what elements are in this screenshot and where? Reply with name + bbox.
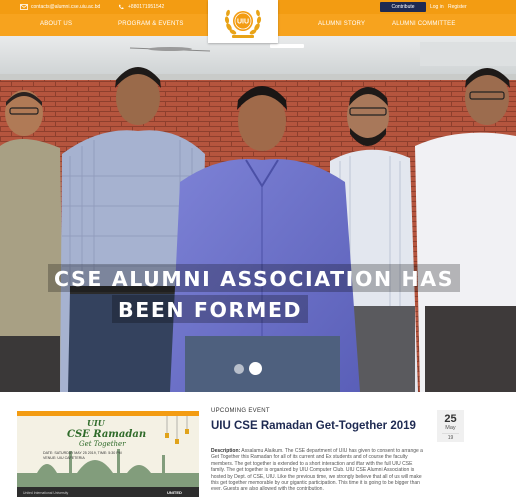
contribute-button[interactable]: Contribute <box>380 2 426 12</box>
event-date-year: 19 <box>442 433 459 441</box>
logo-text: UIU <box>237 18 249 25</box>
carousel-dot-2-active[interactable] <box>249 362 262 375</box>
event-date-month: May <box>445 425 456 431</box>
contact-email-text: contacts@alumni.cse.uiu.ac.bd <box>31 4 101 10</box>
carousel-dot-1[interactable] <box>234 364 244 374</box>
event-category: UPCOMING EVENT <box>211 408 270 414</box>
poster-details-2: VENUE: UIU CAFETERIA <box>43 456 85 460</box>
ramadan-poster-image: UIU CSE Ramadan Get Together DATE: SATUR… <box>17 411 199 497</box>
poster-footer-left: United International University <box>23 491 69 495</box>
poster-line-3: Get Together <box>79 440 126 448</box>
hero-title-line-2: BEEN FORMED <box>112 295 309 323</box>
event-description: Description: Assalamu Alaikum. The CSE d… <box>211 448 423 493</box>
poster-details-1: DATE: SATURDAY MAY 25 2019, TIME: 5:30 P… <box>43 451 122 455</box>
event-description-label: Description: <box>211 448 241 454</box>
nav-alumni-story[interactable]: ALUMNI STORY <box>318 21 365 27</box>
phone-icon <box>118 4 124 10</box>
event-date-badge: 25 May 19 <box>437 410 464 442</box>
register-link[interactable]: Register <box>448 4 467 10</box>
poster-footer-right: UNITED <box>167 490 182 495</box>
hero-banner: CSE ALUMNI ASSOCIATION HAS BEEN FORMED <box>0 36 516 392</box>
nav-program-events[interactable]: PROGRAM & EVENTS <box>118 21 184 27</box>
envelope-icon <box>20 4 28 10</box>
poster-line-1: UIU <box>87 418 106 428</box>
contact-phone-text: +880171951542 <box>128 4 165 10</box>
site-logo[interactable]: UIU <box>208 0 278 43</box>
hero-title-line-1: CSE ALUMNI ASSOCIATION HAS <box>48 264 461 292</box>
hero-title: CSE ALUMNI ASSOCIATION HAS BEEN FORMED <box>48 264 468 326</box>
contact-phone[interactable]: +880171951542 <box>117 2 164 12</box>
contact-email[interactable]: contacts@alumni.cse.uiu.ac.bd <box>20 2 100 12</box>
hero-photo <box>0 36 516 392</box>
event-date-day: 25 <box>444 413 457 425</box>
laurel-logo-icon: UIU <box>224 9 262 38</box>
nav-alumni-committee[interactable]: ALUMNI COMMITTEE <box>392 21 456 27</box>
event-title[interactable]: UIU CSE Ramadan Get-Together 2019 <box>211 420 421 433</box>
event-description-text: Assalamu Alaikum. The CSE department of … <box>211 448 423 493</box>
poster-line-2: CSE Ramadan <box>67 429 146 440</box>
event-poster-thumbnail[interactable]: UIU CSE Ramadan Get Together DATE: SATUR… <box>17 411 199 497</box>
nav-about-us[interactable]: ABOUT US <box>40 21 72 27</box>
login-link[interactable]: Log in <box>430 4 444 10</box>
